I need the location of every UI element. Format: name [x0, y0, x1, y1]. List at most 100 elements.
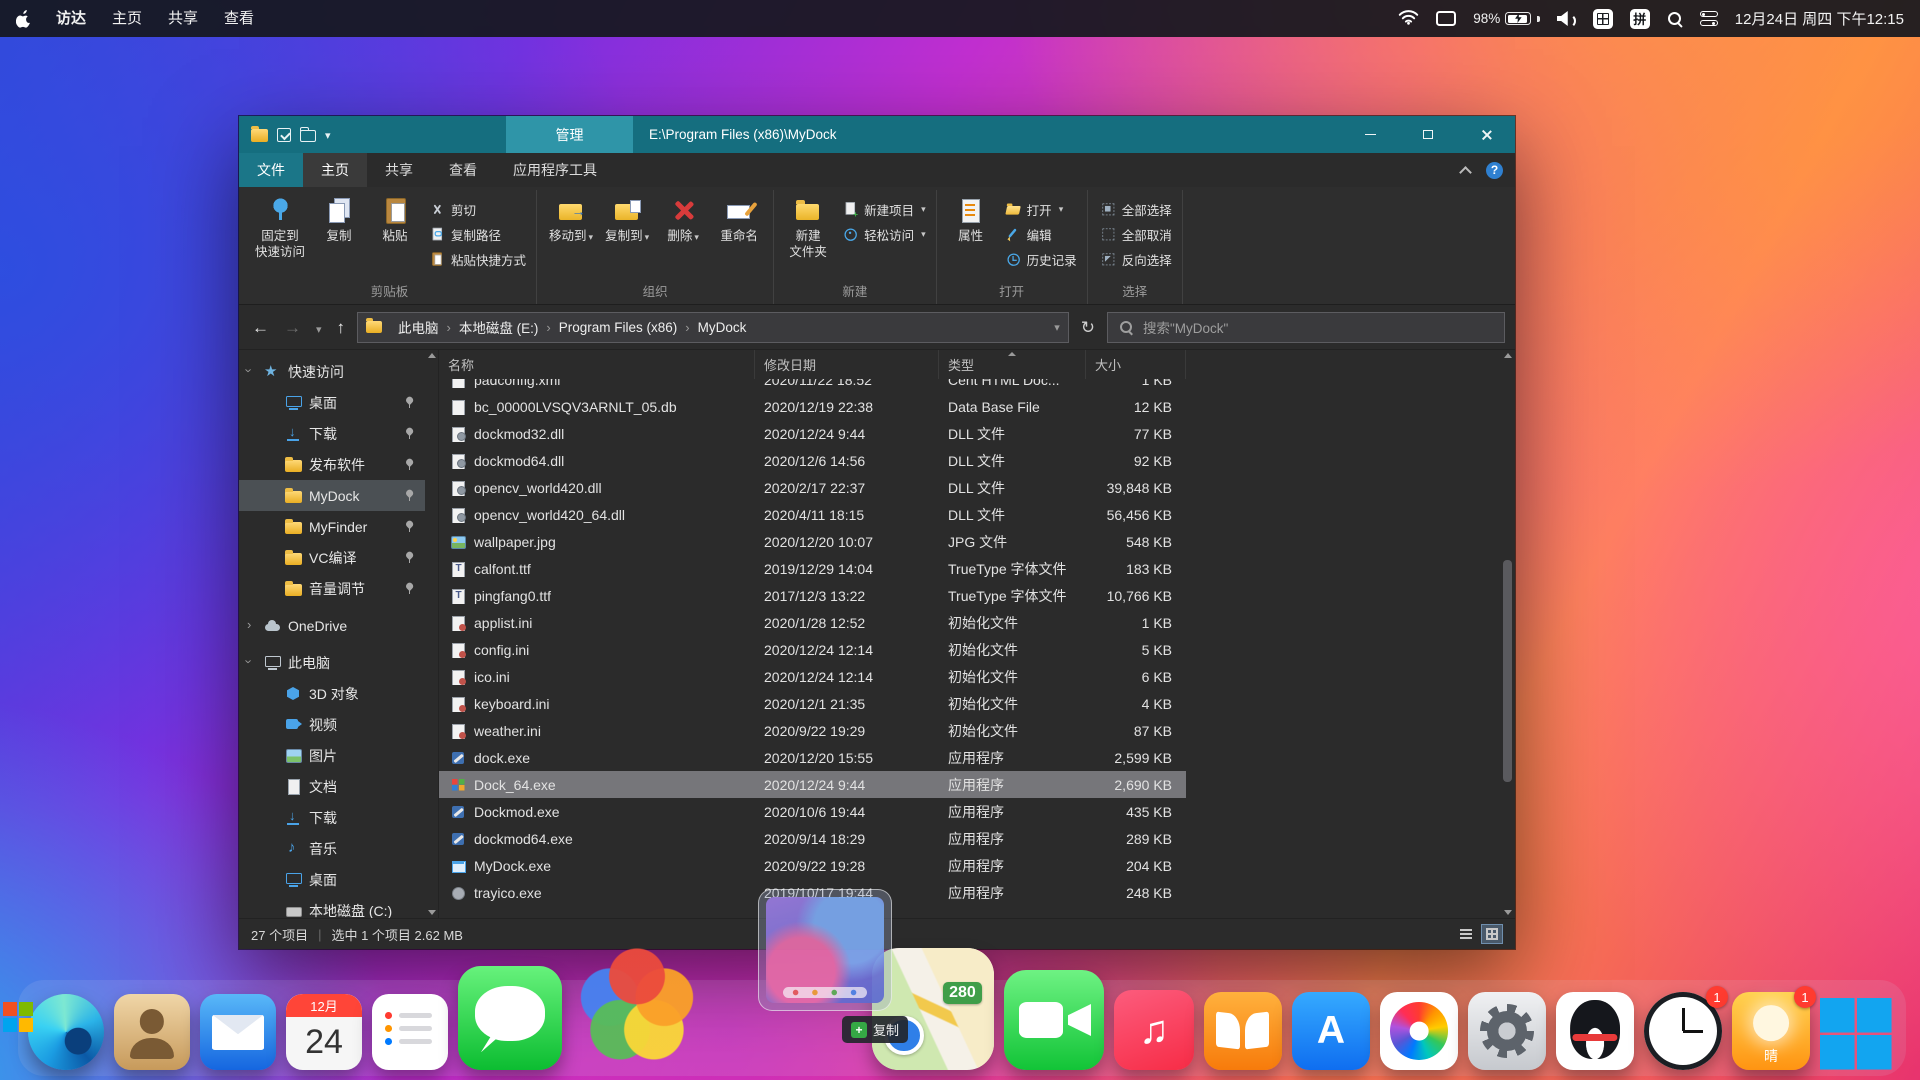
help-icon[interactable]: [1486, 161, 1503, 179]
ribbon-tab[interactable]: 文件: [239, 153, 303, 187]
dock-reminders[interactable]: [372, 994, 448, 1070]
ribbon-button[interactable]: 固定到 快速访问: [250, 190, 310, 283]
refresh-icon[interactable]: [1078, 317, 1098, 338]
expander-chevron-icon[interactable]: [247, 363, 257, 378]
ribbon-button[interactable]: 复制路径: [426, 224, 529, 245]
ribbon-button[interactable]: 粘贴: [368, 190, 422, 283]
menu-3[interactable]: 共享: [155, 10, 211, 27]
ribbon-button[interactable]: 移动到▾: [544, 190, 598, 283]
qat-customize-chevron-icon[interactable]: [325, 126, 331, 144]
file-row-dockmod64.dll[interactable]: dockmod64.dll 2020/12/6 14:56 DLL 文件 92 KB: [439, 447, 1186, 474]
file-row-dock.exe[interactable]: dock.exe 2020/12/20 15:55 应用程序 2,599 KB: [439, 744, 1186, 771]
ribbon-button[interactable]: 反向选择: [1097, 249, 1175, 270]
column-header-修改日期[interactable]: 修改日期: [755, 350, 939, 379]
ribbon-button[interactable]: 删除 ▾: [656, 190, 710, 283]
file-row-bc_00000LVSQV3ARNLT_05.db[interactable]: bc_00000LVSQV3ARNLT_05.db 2020/12/19 22:3…: [439, 393, 1186, 420]
dock-clock[interactable]: 1: [1644, 986, 1728, 1070]
file-row-pingfang0.ttf[interactable]: pingfang0.ttf2017/12/3 13:22TrueType 字体文…: [439, 582, 1186, 609]
breadcrumb-item[interactable]: 此电脑: [390, 317, 447, 337]
recent-locations-chevron-icon[interactable]: [313, 317, 325, 338]
sidebar-scrollbar[interactable]: [425, 350, 438, 918]
menu-1[interactable]: 访达: [43, 10, 99, 27]
sidebar-item-图片[interactable]: 图片: [239, 740, 425, 771]
sidebar-section-OneDrive[interactable]: OneDrive: [239, 610, 425, 641]
file-row-weather.ini[interactable]: weather.ini 2020/9/22 19:29 初始化文件 87 KB: [439, 717, 1186, 744]
sidebar-item-桌面[interactable]: 桌面: [239, 864, 425, 895]
file-row-opencv_world420.dll[interactable]: opencv_world420.dll 2020/2/17 22:37 DLL 文件…: [439, 474, 1186, 501]
expander-chevron-icon[interactable]: [247, 654, 257, 669]
file-row-keyboard.ini[interactable]: keyboard.ini 2020/12/1 21:35 初始化文件 4 KB: [439, 690, 1186, 717]
ribbon-tab[interactable]: 共享: [367, 153, 431, 187]
control-center-icon[interactable]: [1699, 11, 1718, 26]
breadcrumb-item[interactable]: Program Files (x86): [551, 320, 686, 335]
list-scrollbar[interactable]: [1500, 350, 1515, 918]
sidebar-item-音乐[interactable]: 音乐: [239, 833, 425, 864]
dock-windows[interactable]: [1820, 998, 1892, 1070]
pinyin-ime-icon[interactable]: 拼: [1629, 8, 1650, 29]
ribbon-button[interactable]: 重命名: [712, 190, 766, 283]
dock-messages[interactable]: [458, 966, 562, 1070]
ribbon-button[interactable]: 粘贴快捷方式: [426, 249, 529, 270]
ribbon-button[interactable]: 全部选择: [1097, 199, 1175, 220]
file-row-padconfig.xml[interactable]: padconfig.xml 2020/11/22 18:52 Cent HTML D…: [439, 379, 1186, 393]
up-button[interactable]: [334, 317, 349, 338]
file-row-config.ini[interactable]: config.ini 2020/12/24 12:14 初始化文件 5 KB: [439, 636, 1186, 663]
input-source-icon[interactable]: [1592, 8, 1613, 29]
breadcrumb-item[interactable]: 本地磁盘 (E:): [451, 317, 547, 337]
wifi-icon[interactable]: [1398, 9, 1419, 29]
search-box[interactable]: 搜索"MyDock": [1107, 311, 1505, 343]
menu-4[interactable]: 查看: [211, 10, 267, 27]
context-tab-manage[interactable]: 管理: [506, 116, 633, 153]
dock-colorwheel[interactable]: [572, 940, 702, 1070]
dock-contacts[interactable]: [114, 994, 190, 1070]
qat-properties-icon[interactable]: [277, 127, 291, 142]
close-button[interactable]: [1457, 116, 1515, 153]
ribbon-button[interactable]: 编辑: [1002, 224, 1080, 245]
dock-settings[interactable]: [1468, 992, 1546, 1070]
ribbon-button[interactable]: 历史记录: [1002, 249, 1080, 270]
ribbon-tab[interactable]: 主页: [303, 153, 367, 187]
sidebar-item-本地磁盘 (C:)[interactable]: 本地磁盘 (C:): [239, 895, 425, 918]
breadcrumb-item[interactable]: MyDock: [690, 320, 755, 335]
file-row-dockmod32.dll[interactable]: dockmod32.dll 2020/12/24 9:44 DLL 文件 77 KB: [439, 420, 1186, 447]
list-scroll-up-icon[interactable]: [1503, 353, 1512, 358]
sidebar-item-MyFinder[interactable]: MyFinder: [239, 511, 425, 542]
ribbon-button[interactable]: 属性: [944, 190, 998, 283]
sidebar-item-文档[interactable]: 文档: [239, 771, 425, 802]
dock-qq[interactable]: [1556, 992, 1634, 1070]
display-icon[interactable]: [1436, 11, 1457, 26]
file-row-ico.ini[interactable]: ico.ini 2020/12/24 12:14 初始化文件 6 KB: [439, 663, 1186, 690]
collapse-ribbon-icon[interactable]: [1459, 165, 1472, 179]
sidebar-item-下载[interactable]: 下载: [239, 802, 425, 833]
column-header-名称[interactable]: 名称: [439, 350, 755, 379]
file-row-Dockmod.exe[interactable]: Dockmod.exe 2020/10/6 19:44 应用程序 435 KB: [439, 798, 1186, 825]
sidebar-scroll-up-icon[interactable]: [427, 353, 436, 358]
expander-chevron-icon[interactable]: [247, 617, 257, 632]
sidebar-scroll-down-icon[interactable]: [427, 910, 436, 915]
sidebar-item-音量调节[interactable]: 音量调节: [239, 573, 425, 604]
dock-calendar[interactable]: 12月 24: [286, 994, 362, 1070]
sidebar-item-发布软件[interactable]: 发布软件: [239, 449, 425, 480]
address-dropdown-chevron-icon[interactable]: [1054, 321, 1060, 334]
file-row-wallpaper.jpg[interactable]: wallpaper.jpg 2020/12/20 10:07 JPG 文件 548 K…: [439, 528, 1186, 555]
qat-newfolder-icon[interactable]: [300, 126, 316, 142]
file-row-MyDock.exe[interactable]: MyDock.exe 2020/9/22 19:28 应用程序 204 KB: [439, 852, 1186, 879]
dock-mail[interactable]: [200, 994, 276, 1070]
apple-logo-icon[interactable]: [16, 9, 33, 29]
search-icon[interactable]: [1667, 11, 1683, 27]
column-header-大小[interactable]: 大小: [1086, 350, 1186, 379]
file-row-dockmod64.exe[interactable]: dockmod64.exe 2020/9/14 18:29 应用程序 289 KB: [439, 825, 1186, 852]
ribbon-tab[interactable]: 应用程序工具: [495, 153, 615, 187]
ribbon-button[interactable]: 轻松访问 ▾: [839, 224, 929, 245]
dock-music[interactable]: ♫: [1114, 990, 1194, 1070]
list-scroll-thumb[interactable]: [1503, 560, 1512, 782]
sidebar-section-快速访问[interactable]: 快速访问: [239, 356, 425, 387]
ribbon-button[interactable]: 复制到 ▾: [600, 190, 654, 283]
dock-photos[interactable]: [1380, 992, 1458, 1070]
sidebar-item-3D 对象[interactable]: 3D 对象: [239, 678, 425, 709]
dock-appstore[interactable]: A: [1292, 992, 1370, 1070]
file-row-applist.ini[interactable]: applist.ini 2020/1/28 12:52 初始化文件 1 KB: [439, 609, 1186, 636]
dock-weather[interactable]: 晴1: [1732, 986, 1816, 1070]
start-button[interactable]: [3, 1002, 33, 1032]
dock-facetime[interactable]: [1004, 970, 1104, 1070]
